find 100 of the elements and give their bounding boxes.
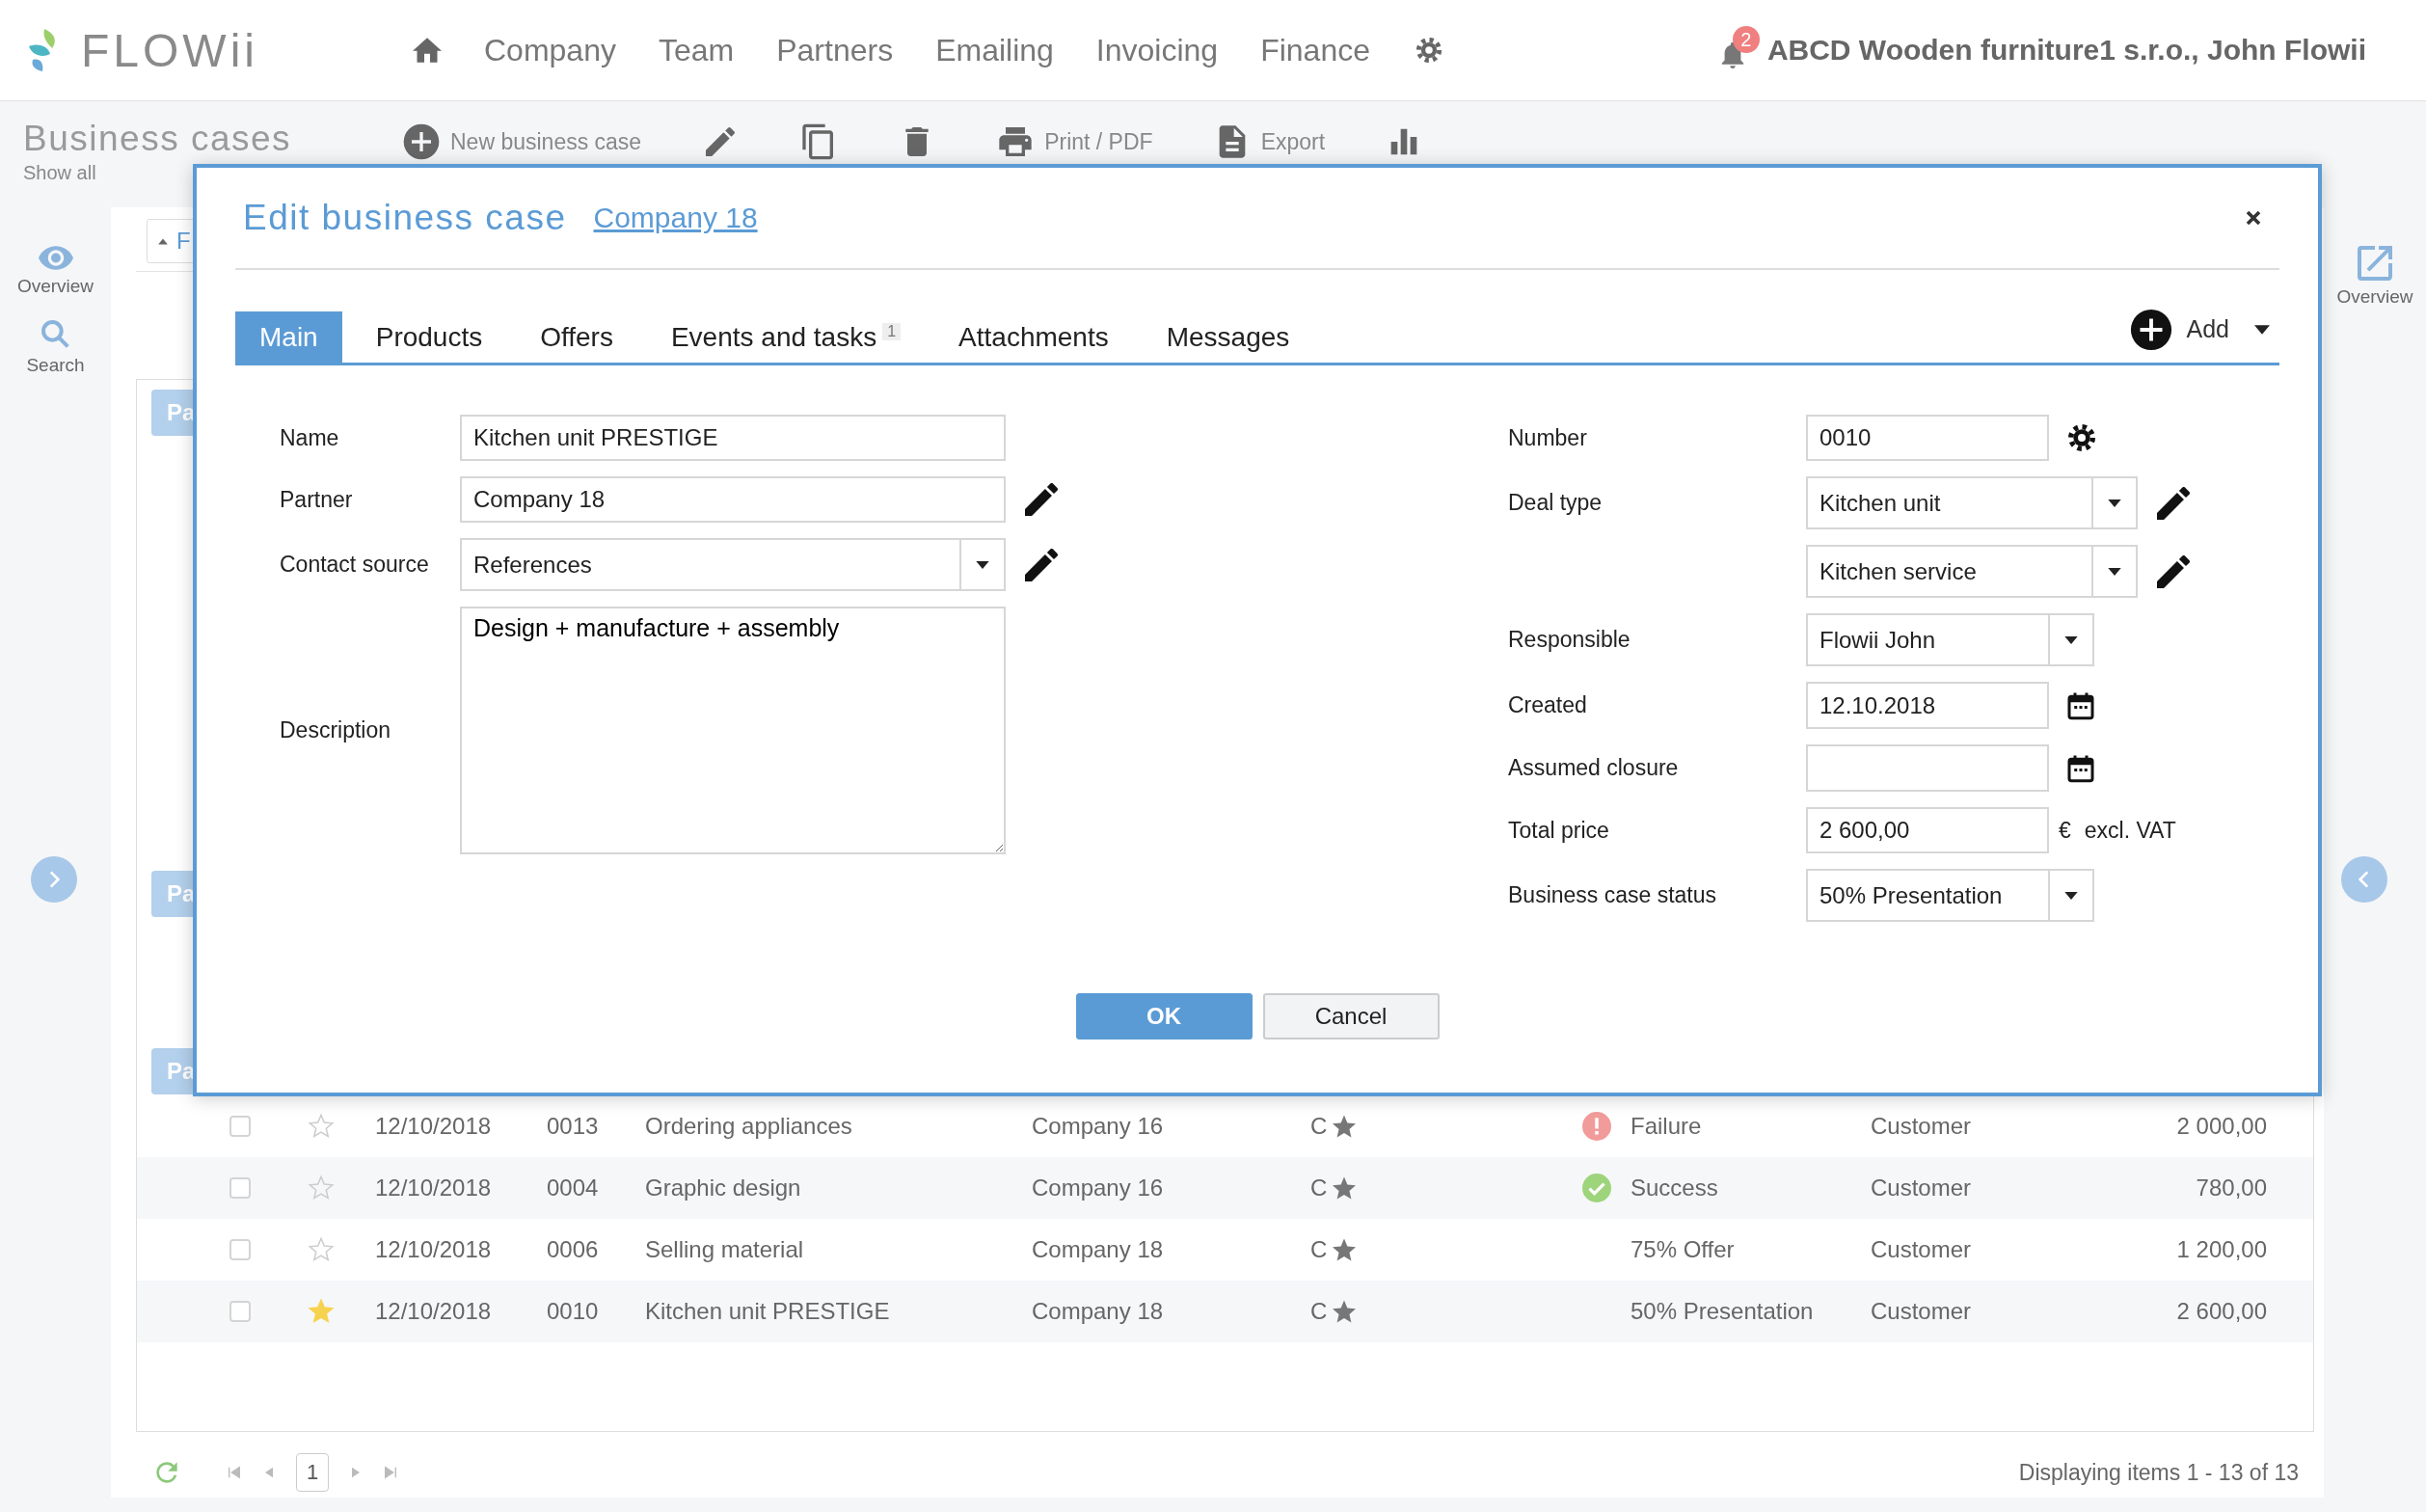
nav-link[interactable]: Emailing [935, 32, 1054, 68]
table-cell-text: Customer [1871, 1236, 1973, 1263]
tab[interactable]: Events and tasks 1 [646, 311, 926, 363]
table-row[interactable]: 12/10/2018 0013 Ordering appliances Company 16 C Failure Customer 2 000,00 [137, 1095, 2313, 1157]
star-icon[interactable] [308, 1113, 335, 1140]
nav-link[interactable]: Company [484, 32, 616, 68]
check-circle-icon [1582, 1174, 1611, 1202]
star-icon [1333, 1115, 1357, 1138]
home-icon[interactable] [413, 38, 442, 63]
ok-button[interactable]: OK [1075, 993, 1253, 1040]
table-cell-text: Company 16 [1032, 1174, 1165, 1202]
first-page-icon[interactable] [227, 1465, 242, 1480]
star-icon [1333, 1238, 1357, 1261]
external-link-icon[interactable] [2358, 246, 2392, 281]
tab[interactable]: Attachments [934, 311, 1133, 363]
toolbar-button[interactable]: Export [1260, 128, 1326, 155]
expand-button[interactable] [31, 856, 77, 903]
settings-icon[interactable] [2066, 422, 2097, 453]
row-checkbox[interactable] [229, 1301, 251, 1322]
tab[interactable]: Messages [1142, 311, 1314, 363]
tab[interactable]: Main [235, 311, 342, 363]
page-title: Business cases [23, 121, 293, 156]
toolbar-button[interactable]: Print / PDF [1044, 128, 1153, 155]
dropdown-field[interactable]: Kitchen service [1806, 545, 2138, 598]
alert-icon [1582, 1112, 1611, 1141]
account-name[interactable]: ABCD Wooden furniture1 s.r.o., John Flowii [1766, 34, 2366, 67]
tab[interactable]: Products [351, 311, 507, 363]
rating-text: C [1310, 1236, 1328, 1263]
table-cell-text: Graphic design [645, 1174, 802, 1202]
row-checkbox[interactable] [229, 1177, 251, 1199]
table-cell-text: Company 18 [1032, 1236, 1165, 1263]
table-cell-text: Company 18 [1032, 1298, 1165, 1325]
text-field[interactable]: Kitchen unit PRESTIGE [460, 415, 1006, 461]
tab[interactable]: Offers [516, 311, 637, 363]
pencil-icon[interactable] [1025, 548, 1058, 581]
table-cell-text: Failure [1631, 1113, 1703, 1140]
eye-icon[interactable] [38, 246, 73, 270]
table-cell-text: 0004 [547, 1174, 600, 1202]
field-label: Deal type [1508, 490, 1604, 516]
dropdown-field[interactable]: Flowii John [1806, 613, 2094, 666]
table-cell-text: Ordering appliances [645, 1113, 853, 1140]
table-row[interactable]: 12/10/2018 0006 Selling material Company 18 C 75% Offer Customer 1 200,00 [137, 1219, 2313, 1281]
page-number-field[interactable]: 1 [296, 1453, 329, 1492]
table-cell-text: 0013 [547, 1113, 600, 1140]
nav-link[interactable]: Partners [776, 32, 894, 68]
dropdown-field[interactable]: Kitchen unit [1806, 476, 2138, 529]
table-cell-text: 12/10/2018 [375, 1298, 493, 1325]
sidebar-link[interactable]: Search [26, 355, 85, 376]
dropdown-field[interactable]: References [460, 538, 1006, 591]
field-label: Total price [1508, 817, 1610, 844]
last-page-icon[interactable] [383, 1465, 398, 1480]
pencil-icon[interactable] [2157, 554, 2190, 588]
dropdown-field[interactable]: 50% Presentation [1806, 869, 2094, 922]
star-icon[interactable] [308, 1174, 335, 1202]
sidebar-link[interactable]: Overview [2336, 286, 2413, 308]
pencil-icon[interactable] [2157, 486, 2190, 520]
table-cell-text: Selling material [645, 1236, 805, 1263]
table-cell-text: 50% Presentation [1631, 1298, 1815, 1325]
star-icon[interactable] [308, 1236, 335, 1263]
table-cell-text: 12/10/2018 [375, 1113, 493, 1140]
row-checkbox[interactable] [229, 1116, 251, 1137]
notification-badge: 2 [1732, 26, 1760, 53]
field-label: Business case status [1508, 882, 1718, 908]
table-cell-text: Company 16 [1032, 1113, 1165, 1140]
row-checkbox[interactable] [229, 1239, 251, 1260]
logo-text: FLOWii [81, 23, 259, 77]
table-row[interactable]: 12/10/2018 0004 Graphic design Company 16 C Success Customer 780,00 [137, 1157, 2313, 1219]
date-field[interactable]: 12.10.2018 [1806, 682, 2049, 729]
search-icon[interactable] [40, 318, 71, 349]
text-field[interactable]: 2 600,00 [1806, 807, 2049, 853]
table-cell-text: 0010 [547, 1298, 600, 1325]
field-label: Responsible [1508, 627, 1631, 653]
caret-icon [2108, 567, 2121, 576]
table-row[interactable]: 12/10/2018 0010 Kitchen unit PRESTIGE Company 18 C 50% Presentation Customer 2 600,00 [137, 1281, 2313, 1342]
dialog-title: Edit business case [243, 198, 567, 238]
calendar-icon[interactable] [2066, 690, 2095, 720]
field-label: Assumed closure [1508, 755, 1680, 781]
field-label: Number [1508, 424, 1588, 451]
nav-link[interactable]: Team [658, 32, 735, 68]
table-cell-text: 2 600,00 [2175, 1298, 2267, 1325]
sidebar-link[interactable]: Overview [16, 276, 94, 297]
collapse-button[interactable] [2341, 856, 2387, 903]
star-icon [1333, 1176, 1357, 1200]
cancel-button[interactable]: Cancel [1262, 993, 1440, 1040]
nav-link[interactable]: Finance [1260, 32, 1370, 68]
star-icon[interactable] [308, 1298, 335, 1325]
date-field[interactable] [1806, 744, 2049, 792]
text-field[interactable]: 0010 [1806, 415, 2049, 461]
rating-text: C [1310, 1174, 1328, 1202]
nav-link[interactable]: Invoicing [1095, 32, 1219, 68]
calendar-icon[interactable] [2066, 753, 2095, 783]
description-field[interactable]: Design + manufacture + assembly [460, 607, 1006, 854]
add-button[interactable]: Add [2128, 296, 2279, 363]
text-field[interactable]: Company 18 [460, 476, 1006, 523]
company-link[interactable]: Company 18 [593, 202, 758, 234]
close-icon[interactable] [2245, 209, 2262, 227]
pencil-icon[interactable] [1025, 483, 1058, 516]
star-icon [1333, 1300, 1357, 1323]
toolbar-button[interactable]: New business case [450, 128, 642, 155]
field-label: Created [1508, 692, 1588, 718]
